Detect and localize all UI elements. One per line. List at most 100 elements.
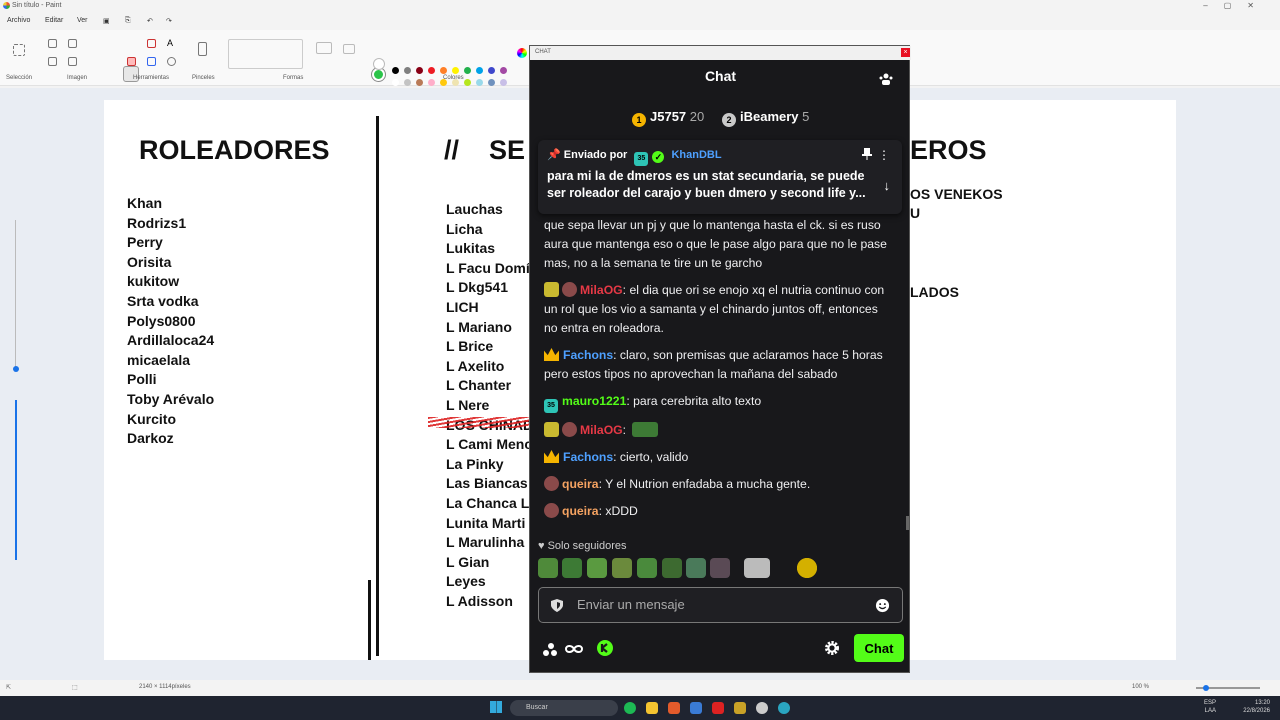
spotify-icon[interactable] <box>624 702 636 714</box>
heading-right: EROS <box>910 135 987 165</box>
cursor-icon: ⇱ <box>6 685 12 691</box>
emote-4[interactable] <box>612 558 632 578</box>
palette-swatch[interactable] <box>428 79 435 86</box>
redo-icon[interactable]: ↷ <box>166 17 172 25</box>
chat-username[interactable]: queira <box>562 477 599 491</box>
edit-colors-icon[interactable] <box>517 48 527 58</box>
send-chat-button[interactable]: Chat <box>854 634 904 662</box>
app-icon[interactable] <box>690 702 702 714</box>
settings-gear-icon[interactable] <box>824 640 840 656</box>
palette-swatch[interactable] <box>500 79 507 86</box>
select-icon[interactable] <box>13 44 25 56</box>
windows-start-icon[interactable] <box>490 701 502 713</box>
menu-archivo[interactable]: Archivo <box>7 17 30 24</box>
chat-username[interactable]: MilaOG <box>580 423 623 437</box>
palette-swatch[interactable] <box>392 79 399 86</box>
color-picker-icon[interactable] <box>147 57 156 66</box>
emote-10[interactable] <box>790 558 824 578</box>
palette-swatch[interactable] <box>500 67 507 74</box>
system-tray[interactable]: ESP LAA 13:20 22/8/2026 <box>1204 699 1270 715</box>
pinned-user[interactable]: KhanDBL <box>671 149 721 161</box>
emote-7[interactable] <box>686 558 706 578</box>
palette-swatch[interactable] <box>404 79 411 86</box>
chat-username[interactable]: queira <box>562 504 599 518</box>
leaderboard-second[interactable]: 2 iBeamery 5 <box>722 109 809 127</box>
emote-1[interactable] <box>538 558 558 578</box>
selection-icon: ⬚ <box>72 685 78 691</box>
rotate-icon[interactable] <box>48 57 57 66</box>
emote-3[interactable] <box>587 558 607 578</box>
emote-9[interactable] <box>744 558 770 578</box>
chat-scrollbar[interactable] <box>906 516 909 530</box>
leaderboard-first[interactable]: 1 J5757 20 <box>632 109 704 127</box>
folder-icon[interactable] <box>646 702 658 714</box>
calendar-icon[interactable] <box>712 702 724 714</box>
users-icon[interactable] <box>879 72 893 86</box>
palette-swatch[interactable] <box>464 79 471 86</box>
game-icon[interactable] <box>734 702 746 714</box>
palette-swatch[interactable] <box>452 67 459 74</box>
brave-icon[interactable] <box>668 702 680 714</box>
expand-arrow-icon[interactable]: ↓ <box>884 178 891 193</box>
user-avatar-icon <box>544 476 559 491</box>
emote-6[interactable] <box>662 558 682 578</box>
chat-username[interactable]: MilaOG <box>580 283 623 297</box>
palette-swatch[interactable] <box>416 67 423 74</box>
pinned-message[interactable]: 📌 Enviado por 35 ✓ KhanDBL para mi la de … <box>538 140 902 214</box>
chat-username[interactable]: mauro1221 <box>562 394 626 408</box>
zoom-handle[interactable] <box>1203 685 1209 691</box>
palette-swatch[interactable] <box>392 67 399 74</box>
message-input-box[interactable] <box>538 587 903 623</box>
points-infinity-icon[interactable] <box>542 641 602 657</box>
status-bar: ⇱ ⬚ 2140 × 1114píxeles 100 % <box>0 680 1280 696</box>
unpin-icon[interactable] <box>862 148 872 160</box>
palette-swatch[interactable] <box>476 67 483 74</box>
chat-username[interactable]: Fachons <box>563 450 613 464</box>
share-icon[interactable]: ⎘ <box>125 17 131 25</box>
menu-editar[interactable]: Editar <box>45 17 63 24</box>
window-controls[interactable]: –▢✕ <box>1203 1 1270 10</box>
layers-slider[interactable] <box>13 220 19 560</box>
crop-icon[interactable] <box>48 39 57 48</box>
image-select-icon[interactable] <box>68 57 77 66</box>
middle-list-name: L Mariano <box>446 318 512 335</box>
palette-swatch[interactable] <box>488 67 495 74</box>
paint-taskbar-icon[interactable] <box>756 702 768 714</box>
slider-handle[interactable] <box>13 366 19 372</box>
fill-style-icon[interactable] <box>343 44 355 54</box>
brush-icon[interactable] <box>198 42 207 56</box>
emote-2[interactable] <box>562 558 582 578</box>
emote-8[interactable] <box>710 558 730 578</box>
more-options-icon[interactable]: ⋮ <box>878 148 890 162</box>
palette-swatch[interactable] <box>404 67 411 74</box>
palette-swatch[interactable] <box>440 67 447 74</box>
shapes-gallery[interactable] <box>228 39 303 69</box>
resize-icon[interactable] <box>68 39 77 48</box>
edge-icon[interactable] <box>778 702 790 714</box>
emote-5[interactable] <box>637 558 657 578</box>
secondary-color[interactable] <box>373 58 385 70</box>
palette-swatch[interactable] <box>476 79 483 86</box>
palette-swatch[interactable] <box>488 79 495 86</box>
taskbar-search[interactable]: Buscar <box>510 700 618 716</box>
undo-icon[interactable]: ↶ <box>147 17 153 25</box>
palette-swatch[interactable] <box>416 79 423 86</box>
menu-ver[interactable]: Ver <box>77 17 88 24</box>
chat-username[interactable]: Fachons <box>563 348 613 362</box>
eraser-icon[interactable] <box>127 57 136 66</box>
text-tool-icon[interactable]: A <box>167 39 176 48</box>
shield-icon[interactable] <box>551 599 563 612</box>
save-icon[interactable]: ▣ <box>103 17 110 25</box>
middle-list-name: L Marulinha <box>446 534 525 551</box>
fill-icon[interactable] <box>147 39 156 48</box>
badge-emote-icon <box>544 282 559 297</box>
middle-list: Lauchas Licha Lukitas L Facu Domín L Dkg541 L… <box>446 200 530 611</box>
close-icon[interactable]: × <box>901 48 910 57</box>
palette-swatch[interactable] <box>428 67 435 74</box>
kick-logo-icon[interactable] <box>597 640 613 656</box>
message-input[interactable] <box>577 597 857 612</box>
magnifier-icon[interactable] <box>167 57 176 66</box>
emoji-icon[interactable] <box>875 598 890 613</box>
palette-swatch[interactable] <box>464 67 471 74</box>
outline-icon[interactable] <box>316 42 332 54</box>
